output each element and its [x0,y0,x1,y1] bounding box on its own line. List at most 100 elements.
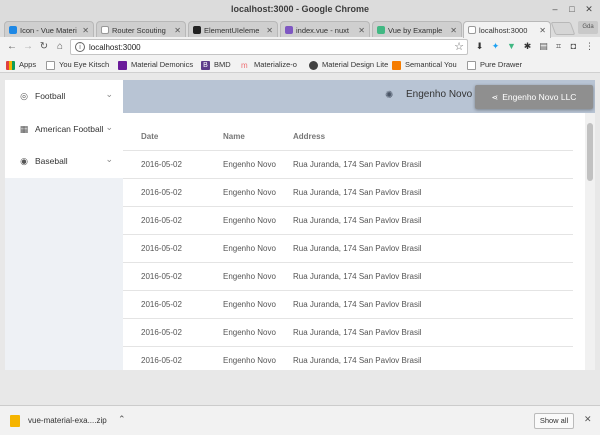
tab-close-icon[interactable]: ✕ [174,26,181,35]
bookmark-pure-drawer[interactable]: Pure Drawer [467,59,522,71]
table-row[interactable]: 2016-05-02 Engenho Novo Rua Juranda, 174… [123,291,573,319]
sidebar-item-label: Football [35,91,66,101]
tab-close-icon[interactable]: ✕ [450,26,457,35]
sidebar-item-american-football[interactable]: ▦ American Football ⌄ [5,114,123,144]
cell-date: 2016-05-02 [141,188,182,197]
layers-extension-icon[interactable]: ▤ [538,41,549,52]
bookmark-materialize[interactable]: m Materialize-o [241,59,297,71]
table-row[interactable]: 2016-05-02 Engenho Novo Rua Juranda, 174… [123,179,573,207]
home-icon[interactable]: ⌂ [54,41,66,53]
bookmark-label: Semantical You [405,60,457,69]
cell-date: 2016-05-02 [141,300,182,309]
tab-close-icon[interactable]: ✕ [82,26,89,35]
tab-favicon-icon [468,26,476,34]
scrollbar-thumb[interactable] [587,123,593,181]
tab-favicon-icon [377,26,385,34]
bookmark-material-demonics[interactable]: Material Demonics [118,59,193,71]
chevron-down-icon: ⌄ [105,122,113,132]
sidebar-item-baseball[interactable]: ◉ Baseball ⌄ [5,146,123,176]
content-scrollbar[interactable] [585,113,595,370]
address-bar-url: localhost:3000 [89,43,141,52]
table-row[interactable]: 2016-05-02 Engenho Novo Rua Juranda, 174… [123,207,573,235]
material-demonics-icon [118,60,127,70]
table-row[interactable]: 2016-05-02 Engenho Novo Rua Juranda, 174… [123,263,573,291]
close-icon[interactable]: ✕ [584,414,592,425]
shield-extension-icon[interactable]: ◘ [568,41,579,52]
cell-name: Engenho Novo [223,244,276,253]
column-header-name[interactable]: Name [223,132,245,141]
bookmark-label: Material Demonics [131,60,194,69]
cell-date: 2016-05-02 [141,272,182,281]
chevron-up-icon[interactable]: ⌃ [118,414,126,425]
browser-tab-4[interactable]: Vue by Example ✕ [372,21,462,38]
tab-close-icon[interactable]: ✕ [358,26,365,35]
crop-extension-icon[interactable]: ⌗ [553,41,564,52]
settings-extension-icon[interactable]: ✱ [522,41,533,52]
bookmark-material-design-lite[interactable]: Material Design Lite [309,59,388,71]
browser-tab-2[interactable]: ElementUIeleme ✕ [188,21,278,38]
vue-devtools-icon[interactable]: ▼ [506,41,517,52]
sidebar-item-label: Baseball [35,156,68,166]
tab-favicon-icon [193,26,201,34]
site-info-icon[interactable]: i [75,42,85,52]
cell-address: Rua Juranda, 174 San Pavlov Brasil [293,160,422,169]
tab-close-icon[interactable]: ✕ [266,26,273,35]
download-file-name[interactable]: vue-material-exa....zip [28,416,107,425]
cell-address: Rua Juranda, 174 San Pavlov Brasil [293,244,422,253]
cell-date: 2016-05-02 [141,244,182,253]
show-all-button[interactable]: Show all [534,413,574,429]
tab-favicon-icon [101,26,109,34]
address-bar[interactable]: i localhost:3000 ☆ [70,39,468,55]
bookmark-you-eye-kitsch[interactable]: You Eye Kitsch [46,59,109,71]
browser-tab-0[interactable]: Icon - Vue Materi ✕ [4,21,94,38]
twitter-extension-icon[interactable]: ✦ [490,41,501,52]
sidebar-item-football[interactable]: ◎ Football ⌄ [5,81,123,111]
forward-icon[interactable]: → [22,41,34,53]
maximize-icon[interactable]: □ [566,3,578,15]
browser-tab-active[interactable]: localhost:3000 ✕ [463,21,551,38]
window-title: localhost:3000 - Google Chrome [230,4,370,14]
cell-address: Rua Juranda, 174 San Pavlov Brasil [293,328,422,337]
table-row[interactable]: 2016-05-02 Engenho Novo Rua Juranda, 174… [123,235,573,263]
browser-tab-3[interactable]: index.vue - nuxt ✕ [280,21,370,38]
browser-tab-1[interactable]: Router Scouting ✕ [96,21,186,38]
cell-name: Engenho Novo [223,216,276,225]
tab-close-icon[interactable]: ✕ [539,26,546,35]
profile-button[interactable]: Gda [578,21,598,34]
bookmark-semantical-you[interactable]: Semantical You [392,59,457,71]
table-row[interactable]: 2016-05-02 Engenho Novo Rua Juranda, 174… [123,319,573,347]
column-header-address[interactable]: Address [293,132,325,141]
tab-favicon-icon [9,26,17,34]
company-button[interactable]: ⋖ Engenho Novo LLC [475,85,593,109]
table-row[interactable]: 2016-05-02 Engenho Novo Rua Juranda, 174… [123,151,573,179]
bookmark-label: Materialize-o [254,60,297,69]
bookmark-apps[interactable]: Apps [6,59,36,71]
minimize-icon[interactable]: – [549,3,561,15]
table-row[interactable]: 2016-05-02 Engenho Novo Rua Juranda, 174… [123,347,573,370]
cell-date: 2016-05-02 [141,216,182,225]
cell-address: Rua Juranda, 174 San Pavlov Brasil [293,272,422,281]
column-header-date[interactable]: Date [141,132,158,141]
grid-icon: ▦ [19,124,29,134]
cell-name: Engenho Novo [223,272,276,281]
close-window-icon[interactable]: ✕ [583,3,595,15]
menu-kebab-icon[interactable]: ⋮ [584,41,595,52]
back-icon[interactable]: ← [6,41,18,53]
bookmark-star-icon[interactable]: ☆ [454,40,464,54]
bookmark-label: Apps [19,60,37,69]
cell-address: Rua Juranda, 174 San Pavlov Brasil [293,188,422,197]
materialize-icon: m [241,60,248,70]
browser-tab-label: Icon - Vue Materi [20,25,77,35]
page-title: Engenho Novo [406,89,473,100]
chevron-down-icon: ⌄ [105,89,113,99]
browser-tab-label: localhost:3000 [479,25,528,35]
extension-pin-icon[interactable]: ⬇ [474,41,485,52]
browser-tab-label: Vue by Example [388,25,443,35]
bookmark-label: Pure Drawer [480,60,523,69]
new-tab-button[interactable] [550,22,576,35]
download-bar: vue-material-exa....zip ⌃ Show all ✕ [0,405,600,435]
browser-toolbar: ← → ↻ ⌂ i localhost:3000 ☆ ⬇ ✦ ▼ ✱ ▤ ⌗ ◘… [0,37,600,57]
browser-tab-label: Router Scouting [112,25,166,35]
reload-icon[interactable]: ↻ [38,41,50,53]
bookmark-bmd[interactable]: B BMD [201,59,231,71]
